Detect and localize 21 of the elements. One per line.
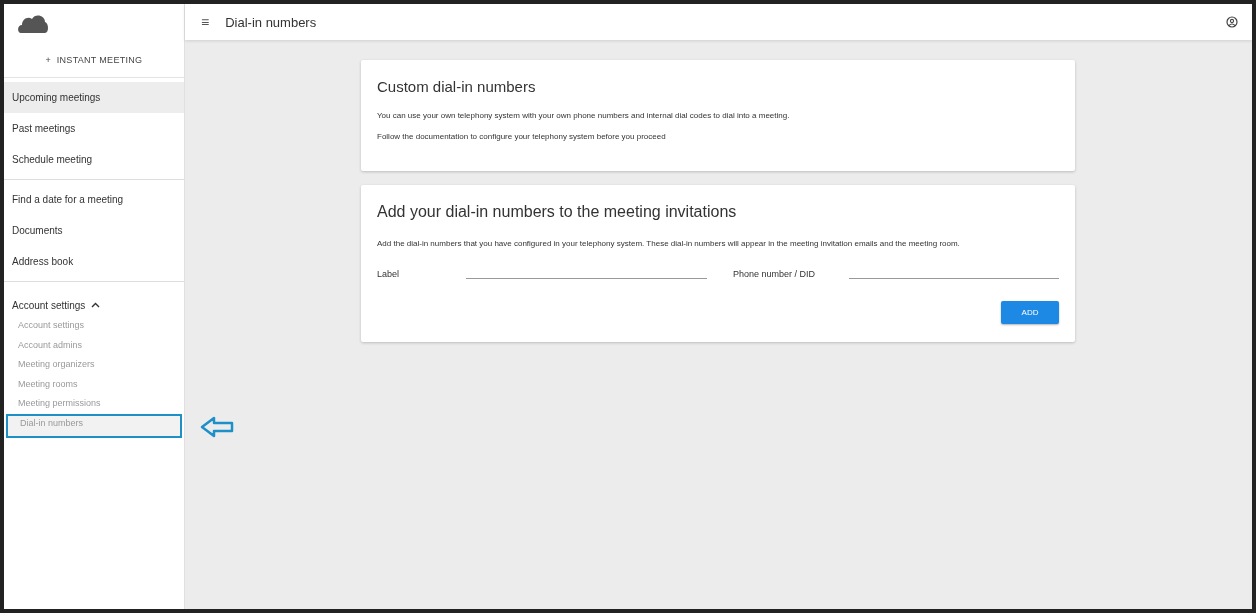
chevron-icon[interactable] <box>91 302 101 308</box>
section-header[interactable]: Account settings <box>12 299 86 311</box>
nav-item[interactable]: Schedule meeting <box>4 144 184 175</box>
field-label: Label <box>377 269 401 279</box>
description: Follow the documentation to configure your telephony system before you proceed <box>377 132 667 141</box>
nav-item[interactable]: Past meetings <box>4 113 184 144</box>
account-icon[interactable] <box>1226 16 1238 28</box>
nav-item[interactable]: Documents <box>4 215 184 246</box>
card-title: Add your dial-in numbers to the meeting invitations <box>377 203 738 221</box>
cloud-logo <box>17 13 49 33</box>
add-button[interactable]: ADD <box>1001 301 1059 324</box>
description: You can use your own telephony system with your own phone numbers and internal dial codes to dial into a meeting. <box>377 111 791 120</box>
nav-item[interactable]: Upcoming meetings <box>4 82 184 113</box>
card-title: Custom dial-in numbers <box>377 78 537 95</box>
nav-item[interactable]: Find a date for a meeting <box>4 184 184 215</box>
field-label: Phone number / DID <box>733 269 817 279</box>
page-title: Dial-in numbers <box>225 14 318 30</box>
nav-item[interactable]: Address book <box>4 246 184 277</box>
description: Add the dial-in numbers that you have configured in your telephony system. These dial-in numbers will appear in the meeting invitation emails and the meeting room. <box>377 239 961 248</box>
menu-icon[interactable]: ≡ <box>201 14 210 30</box>
arrow-icon <box>200 415 234 438</box>
